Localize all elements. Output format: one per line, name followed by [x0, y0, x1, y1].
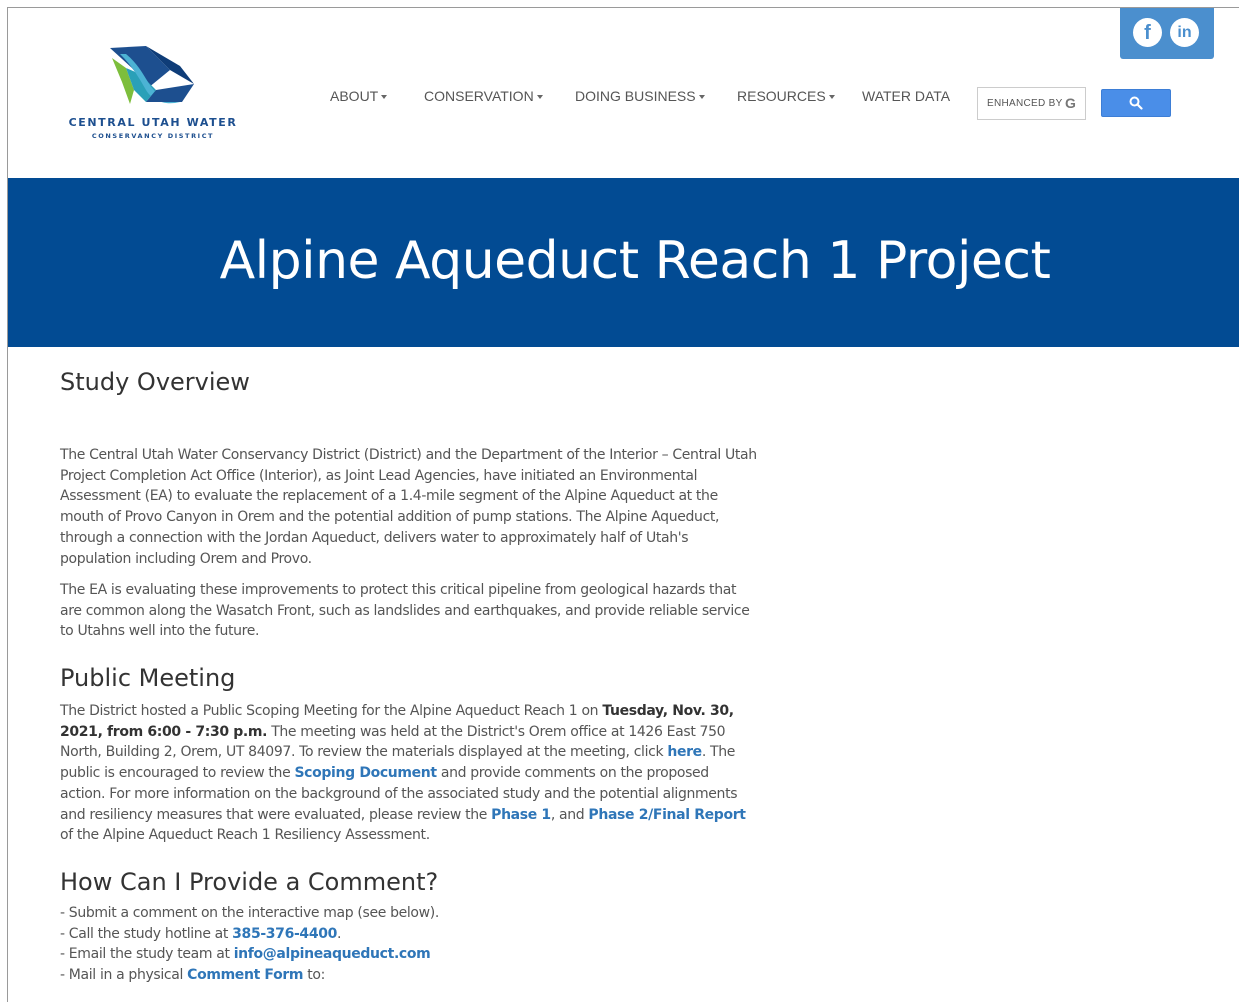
hero-banner: Alpine Aqueduct Reach 1 Project [8, 178, 1239, 347]
caret-down-icon [698, 95, 705, 100]
meeting-text: , and [550, 806, 589, 823]
nav-item-label: RESOURCES [737, 88, 826, 104]
list-item-text: - Call the study hotline at [60, 925, 233, 942]
list-item: - Call the study hotline at 385-376-4400… [60, 924, 439, 945]
phase-1-link[interactable]: Phase 1 [491, 807, 551, 823]
search-badge: ENHANCED BY [987, 98, 1063, 109]
facebook-icon[interactable]: f [1133, 18, 1162, 47]
list-item: - Submit a comment on the interactive ma… [60, 905, 439, 921]
nav-item-resources[interactable]: RESOURCES [737, 88, 835, 104]
list-item: - Email the study team at info@alpineaqu… [60, 944, 439, 965]
caret-down-icon [828, 95, 835, 100]
nav-item-doing-business[interactable]: DOING BUSINESS [575, 88, 705, 104]
email-link[interactable]: info@alpineaqueduct.com [234, 946, 431, 962]
linkedin-icon[interactable]: in [1170, 18, 1199, 47]
meeting-text: of the Alpine Aqueduct Reach 1 Resilienc… [60, 827, 430, 844]
nav-item-about[interactable]: ABOUT [330, 88, 388, 104]
page-frame: CENTRAL UTAH WATER CONSERVANCY DISTRICT … [7, 7, 1239, 1002]
social-links: f in [1120, 8, 1214, 59]
meeting-paragraph: The District hosted a Public Scoping Mee… [60, 701, 757, 846]
phase-2-final-report-link[interactable]: Phase 2/Final Report [588, 807, 746, 823]
search-button[interactable] [1101, 89, 1171, 117]
nav-item-water-data[interactable]: WATER DATA [862, 88, 950, 104]
google-icon: G [1065, 95, 1076, 111]
nav-item-label: ABOUT [330, 88, 379, 104]
list-item-text: - Mail in a physical [60, 967, 188, 984]
overview-paragraph-1: The Central Utah Water Conservancy Distr… [60, 447, 757, 567]
nav-item-label: CONSERVATION [424, 88, 534, 104]
search-icon [1129, 96, 1143, 110]
comment-form-link[interactable]: Comment Form [187, 967, 303, 983]
hotline-phone-link[interactable]: 385-376-4400 [232, 926, 337, 942]
scoping-document-link[interactable]: Scoping Document [294, 765, 437, 781]
list-item-text: - Email the study team at [60, 946, 234, 963]
logo-title: CENTRAL UTAH WATER [68, 116, 238, 129]
here-link[interactable]: here [667, 744, 702, 760]
overview-paragraph-2: The EA is evaluating these improvements … [60, 582, 750, 640]
page-title: Alpine Aqueduct Reach 1 Project [219, 231, 1051, 291]
caret-down-icon [536, 95, 543, 100]
caret-down-icon [381, 95, 388, 100]
logo-subtitle: CONSERVANCY DISTRICT [91, 132, 215, 140]
search-input[interactable]: ENHANCED BY G [977, 87, 1086, 120]
nav-item-label: WATER DATA [862, 88, 951, 104]
list-item-text: . [337, 925, 342, 942]
list-item: - Mail in a physical Comment Form to: [60, 965, 439, 986]
comment-options-list: - Submit a comment on the interactive ma… [60, 903, 439, 986]
list-item-text: to: [303, 967, 325, 984]
logo-mark-icon [110, 46, 194, 104]
meeting-text: The District hosted a Public Scoping Mee… [60, 703, 603, 719]
public-meeting-heading: Public Meeting [60, 664, 236, 692]
site-logo[interactable]: CENTRAL UTAH WATER CONSERVANCY DISTRICT [60, 44, 246, 140]
study-overview-heading: Study Overview [60, 368, 250, 396]
nav-item-conservation[interactable]: CONSERVATION [424, 88, 543, 104]
nav-item-label: DOING BUSINESS [575, 88, 696, 104]
comment-heading: How Can I Provide a Comment? [60, 868, 439, 896]
